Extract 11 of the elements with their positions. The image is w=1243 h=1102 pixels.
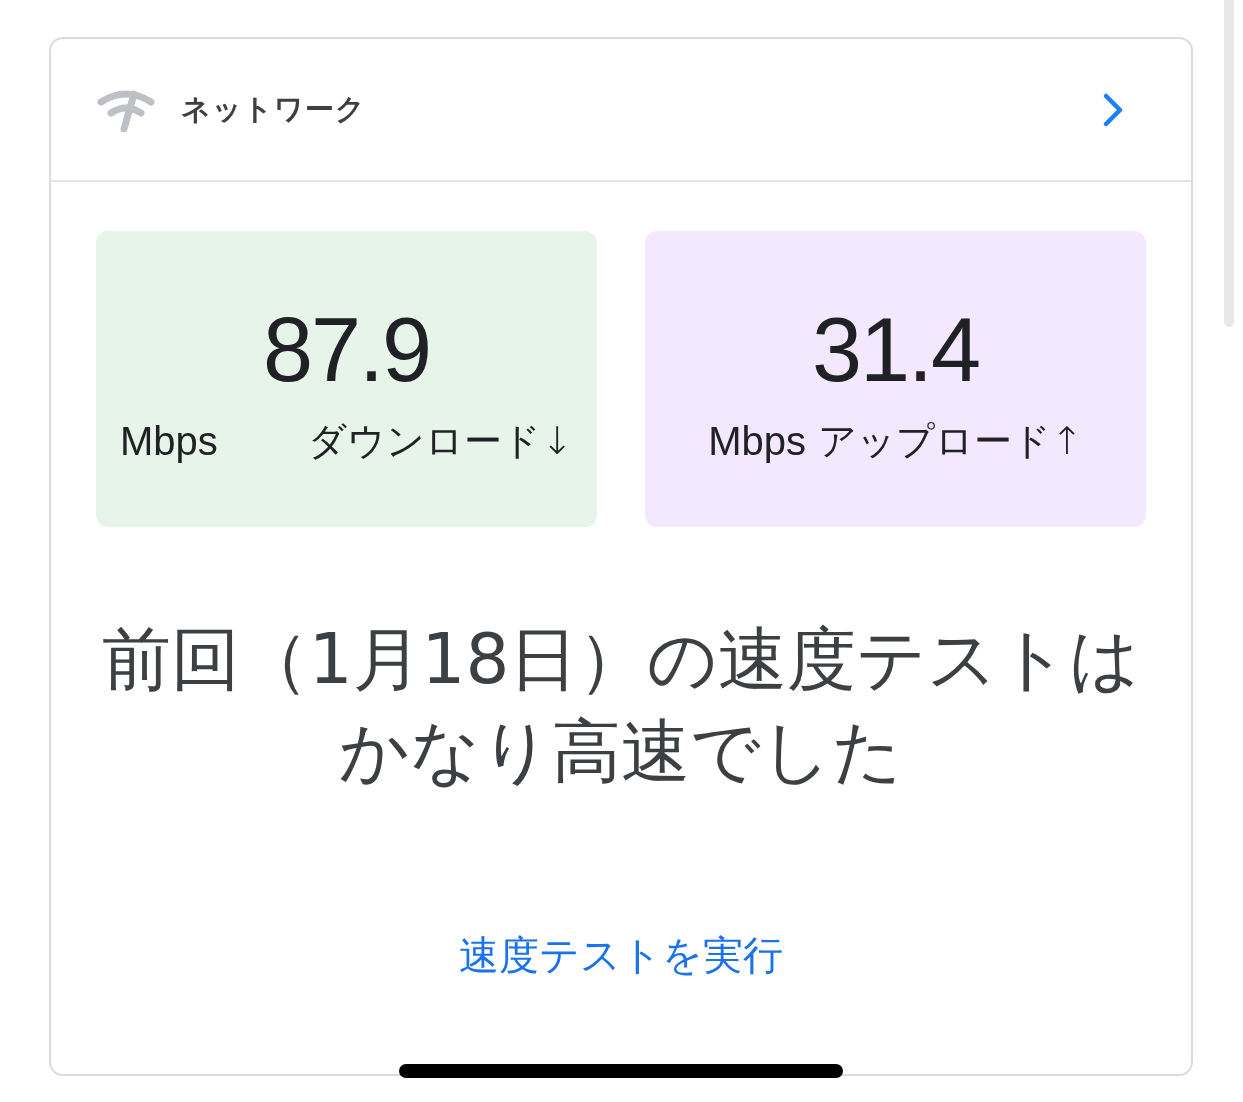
speed-value: 31.4 [811,305,980,395]
speed-label: ダウンロード↓ [308,418,573,465]
speed-unit: Mbps [708,418,806,465]
result-message: 前回（1月18日）の速度テストはかなり高速でした [100,618,1142,793]
speed-label: アップロード↑ [818,418,1083,465]
card-title: ネットワーク [181,90,367,128]
run-speed-test-link[interactable]: 速度テストを実行 [459,927,783,983]
speed-value: 87.9 [262,305,431,395]
wifi-gauge-icon [97,87,155,132]
chevron-right-icon[interactable] [1101,91,1125,128]
speed-unit: Mbps [120,418,218,465]
